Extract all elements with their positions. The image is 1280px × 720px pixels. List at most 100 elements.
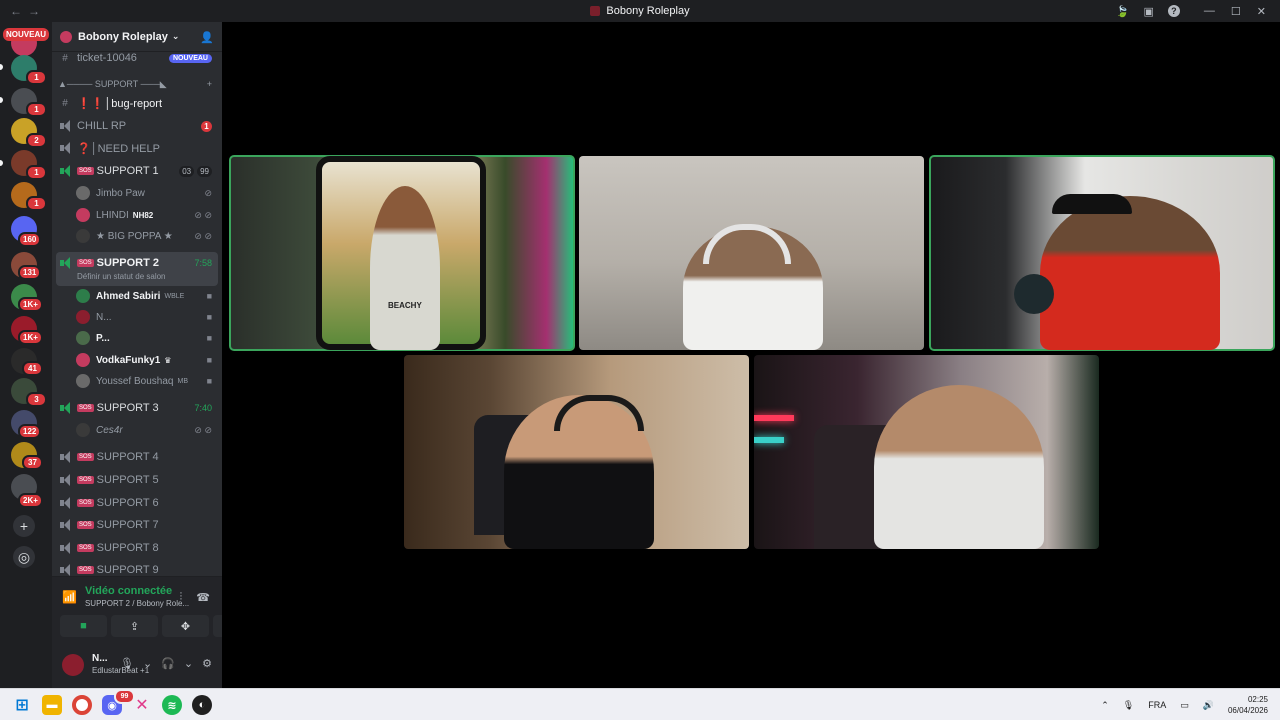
video-tile[interactable]: BEACHY	[229, 155, 575, 351]
server-badge: 41	[22, 361, 43, 376]
voice-user[interactable]: VodkaFunky1 ♛ ■	[76, 350, 216, 370]
voice-user[interactable]: N... ■	[76, 307, 216, 327]
video-stage: BEACHY	[222, 22, 1280, 688]
video-tile[interactable]	[404, 355, 749, 549]
channel-need-help[interactable]: ❓│NEED HELP	[58, 138, 216, 158]
spotify-icon[interactable]: ≋	[162, 695, 182, 715]
channel-support-2[interactable]: SOS SUPPORT 2 7:58	[58, 253, 216, 273]
chevron-up-icon[interactable]: ⌃	[1101, 700, 1109, 711]
sos-icon: SOS	[77, 544, 94, 552]
back-arrow-icon[interactable]: ←	[10, 4, 22, 18]
speaker-icon	[60, 120, 72, 132]
maximize-icon[interactable]: ☐	[1231, 5, 1241, 18]
camera-button[interactable]: ■	[60, 615, 107, 637]
discord-icon[interactable]: ◉ 99	[102, 689, 135, 715]
user-tag: WBLE	[164, 292, 185, 300]
activities-button[interactable]: ✥	[162, 615, 209, 637]
file-explorer-icon[interactable]: ▬	[42, 695, 62, 715]
add-server-icon[interactable]: +	[13, 515, 35, 537]
channel-support-7[interactable]: SOS SUPPORT 7	[58, 515, 216, 535]
server-logo-icon	[590, 6, 601, 16]
user-name: N...	[92, 653, 108, 664]
video-icon: ■	[206, 291, 212, 301]
user-count: 03	[179, 165, 195, 177]
server-badge: 122	[18, 424, 42, 439]
user-panel: N... EdlustarBeat +1 🎙 ⌄ 🎧 ⌄ ⚙	[52, 642, 222, 688]
user-tag: NH82	[132, 210, 154, 220]
leaf-icon[interactable]: 🍃	[1116, 5, 1130, 18]
channel-support-1[interactable]: SOS SUPPORT 1 03 99	[58, 161, 216, 181]
signal-icon[interactable]: 📶	[62, 590, 77, 604]
voice-user[interactable]: Ces4r ⊘ ⊘	[76, 420, 216, 440]
voice-user[interactable]: Youssef Boushaq MB ■	[76, 371, 216, 391]
video-tile[interactable]	[579, 156, 924, 350]
hash-icon: #	[62, 52, 68, 64]
voice-status: Vidéo connectée	[84, 585, 173, 597]
neon-light	[754, 415, 794, 421]
capcut-icon[interactable]: ✕	[132, 695, 152, 715]
discover-icon[interactable]: ◎	[13, 546, 35, 568]
help-icon[interactable]: ?	[1167, 5, 1180, 17]
screen-share-button[interactable]: ⇪	[111, 615, 158, 637]
voice-user[interactable]: LHINDI NH82 ⊘ ⊘	[76, 205, 216, 225]
user-avatar[interactable]	[62, 654, 84, 676]
channel-chill-rp[interactable]: CHILL RP 1	[58, 116, 216, 136]
voice-user[interactable]: ★ BIG POPPA ★ ⊘ ⊘	[76, 226, 216, 246]
sos-icon: SOS	[77, 521, 94, 529]
channel-support-8[interactable]: SOS SUPPORT 8	[58, 538, 216, 558]
new-badge: NOUVEAU	[168, 53, 212, 63]
guild-name: Bobony Roleplay	[78, 30, 168, 43]
minimize-icon[interactable]: —	[1204, 5, 1215, 18]
sos-icon: SOS	[77, 499, 94, 507]
channel-bug-report[interactable]: # ❗❗│bug-report	[58, 93, 216, 113]
channel-support-6[interactable]: SOS SUPPORT 6	[58, 493, 216, 513]
user-limit: 99	[197, 165, 212, 177]
crown-icon: ♛	[164, 355, 172, 365]
channel-support-5[interactable]: SOS SUPPORT 5	[58, 470, 216, 490]
hash-icon: #	[62, 97, 68, 109]
volume-icon[interactable]: 🔊	[1203, 700, 1214, 711]
video-tile[interactable]	[754, 355, 1099, 549]
channel-support-4[interactable]: SOS SUPPORT 4	[58, 447, 216, 467]
noise-suppression-icon[interactable]: ⫶	[180, 591, 183, 604]
avatar	[76, 186, 90, 200]
network-icon[interactable]: ▭	[1180, 700, 1189, 711]
server-badge: 1	[26, 196, 47, 211]
category-support[interactable]: ▲──── SUPPORT ───◣ +	[58, 74, 216, 94]
add-channel-icon[interactable]: +	[207, 79, 212, 89]
settings-gear-icon[interactable]: ⚙	[202, 657, 212, 670]
clock[interactable]: 02:25 06/04/2026	[1228, 694, 1268, 716]
person-figure	[1040, 196, 1220, 350]
app-icon[interactable]: ◐	[192, 695, 212, 715]
guild-header[interactable]: Bobony Roleplay ⌄ 👤	[52, 22, 222, 52]
voice-location[interactable]: SUPPORT 2 / Bobony Role...	[85, 599, 189, 608]
chrome-icon[interactable]	[72, 695, 92, 715]
headphones-icon[interactable]: 🎧	[161, 657, 175, 670]
video-icon: ■	[206, 312, 212, 322]
close-icon[interactable]: ✕	[1257, 5, 1266, 18]
video-tile[interactable]	[929, 155, 1275, 351]
voice-user[interactable]: Jimbo Paw ⊘	[76, 183, 216, 203]
avatar	[76, 229, 90, 243]
channel-support-3[interactable]: SOS SUPPORT 3 7:40	[58, 398, 216, 418]
server-badge: 131	[18, 265, 42, 280]
microphone-icon[interactable]: 🎙	[120, 657, 134, 670]
microphone-icon[interactable]: 🎙	[1123, 700, 1134, 711]
disconnect-icon[interactable]: ☎	[196, 591, 210, 604]
invite-people-icon[interactable]: 👤	[200, 31, 214, 44]
chevron-down-icon[interactable]: ⌄	[184, 657, 193, 670]
channel-status-hint[interactable]: Définir un statut de salon	[77, 272, 166, 281]
sos-icon: SOS	[77, 476, 94, 484]
voice-user[interactable]: Ahmed Sabiri WBLE ■	[76, 286, 216, 306]
chevron-down-icon[interactable]: ⌄	[143, 657, 152, 670]
start-icon[interactable]: ⊞	[12, 695, 32, 715]
person-figure	[874, 385, 1044, 549]
sos-icon: SOS	[77, 259, 94, 267]
voice-user[interactable]: P... ■	[76, 328, 216, 348]
language-indicator[interactable]: FRA	[1148, 700, 1166, 710]
forward-arrow-icon[interactable]: →	[28, 4, 40, 18]
speaker-icon	[60, 497, 72, 509]
inbox-icon[interactable]: ▣	[1144, 5, 1154, 18]
speaker-icon	[60, 564, 72, 576]
video-icon: ■	[206, 333, 212, 343]
